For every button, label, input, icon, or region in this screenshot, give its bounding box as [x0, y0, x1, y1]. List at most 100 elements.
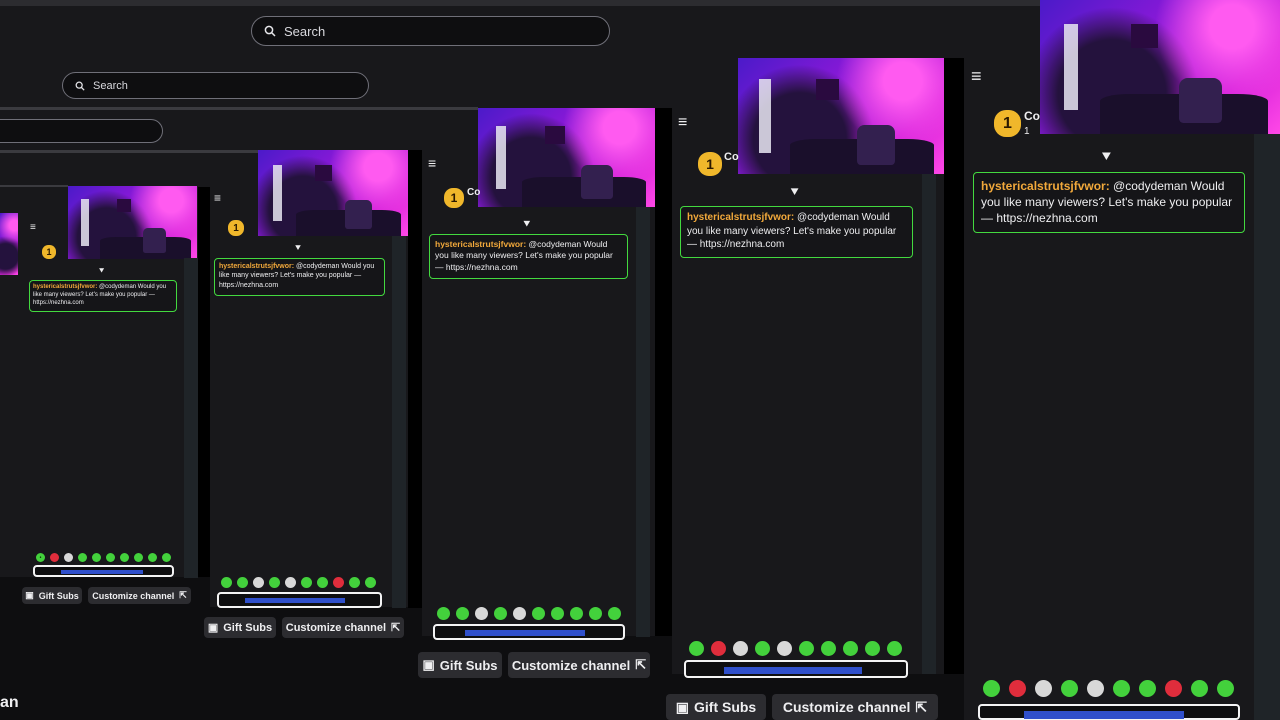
chevron-down-icon[interactable]: ⯆ — [294, 243, 302, 254]
emote[interactable] — [162, 553, 171, 562]
emote[interactable] — [1217, 680, 1234, 697]
collapse-chat-icon[interactable]: ≡ — [214, 191, 221, 205]
chat-divider — [655, 108, 672, 636]
collapse-chat-icon[interactable]: ≡ — [971, 66, 982, 87]
emote[interactable] — [1165, 680, 1182, 697]
emote[interactable] — [608, 607, 621, 620]
emote[interactable] — [1061, 680, 1078, 697]
emote[interactable] — [285, 577, 296, 588]
chevron-down-icon[interactable]: ⯆ — [789, 184, 800, 201]
gift-icon: ▣ — [422, 657, 435, 672]
chat-scrollbar[interactable] — [1254, 134, 1280, 720]
stream-preview-layer-2 — [258, 150, 408, 236]
emote[interactable] — [777, 641, 792, 656]
emote[interactable] — [821, 641, 836, 656]
customize-channel-button[interactable]: Customize channel ⇱ — [88, 587, 191, 604]
emote[interactable] — [887, 641, 902, 656]
collapse-chat-icon[interactable]: ≡ — [30, 222, 36, 233]
emote[interactable] — [106, 553, 115, 562]
emote[interactable] — [711, 641, 726, 656]
gift-subs-button[interactable]: ▣ Gift Subs — [666, 694, 766, 720]
emote[interactable] — [551, 607, 564, 620]
emote[interactable] — [148, 553, 157, 562]
chat-scrollbar[interactable] — [922, 174, 936, 674]
emote[interactable] — [333, 577, 344, 588]
emote[interactable] — [532, 607, 545, 620]
emote[interactable] — [843, 641, 858, 656]
emote[interactable] — [120, 553, 129, 562]
emote[interactable] — [64, 553, 73, 562]
emote[interactable] — [983, 680, 1000, 697]
emote[interactable] — [733, 641, 748, 656]
stream-preview-layer-1 — [0, 213, 18, 275]
emote[interactable] — [50, 553, 59, 562]
chat-input[interactable] — [33, 565, 174, 577]
gift-subs-button[interactable]: ▣ Gift Subs — [22, 587, 82, 604]
chevron-down-icon[interactable]: ⯆ — [1100, 149, 1113, 167]
chat-message: hystericalstrutsjfvwor: @codydeman Would… — [973, 172, 1245, 233]
customize-channel-button[interactable]: Customize channel ⇱ — [282, 617, 404, 638]
emote[interactable] — [349, 577, 360, 588]
chevron-down-icon[interactable]: ⯆ — [522, 217, 532, 232]
search-icon — [264, 25, 276, 37]
chat-divider — [198, 187, 210, 577]
collapse-chat-icon[interactable]: ≡ — [678, 114, 687, 132]
customize-channel-button[interactable]: Customize channel ⇱ — [508, 652, 650, 678]
emote[interactable] — [589, 607, 602, 620]
emote[interactable] — [92, 553, 101, 562]
emote[interactable] — [456, 607, 469, 620]
search-input-layer-3[interactable] — [0, 119, 163, 143]
emote[interactable] — [1191, 680, 1208, 697]
chat-scrollbar[interactable] — [636, 207, 650, 637]
channel-name-fragment: Co — [724, 151, 739, 163]
emote[interactable] — [799, 641, 814, 656]
chat-message: hystericalstrutsjfvwor: @codydeman Would… — [29, 280, 177, 312]
emote[interactable] — [475, 607, 488, 620]
chat-panel-layer-2 — [210, 187, 422, 607]
emote[interactable] — [755, 641, 770, 656]
emote[interactable] — [1009, 680, 1026, 697]
emote[interactable] — [317, 577, 328, 588]
customize-channel-button[interactable]: Customize channel ⇱ — [772, 694, 938, 720]
emote[interactable] — [437, 607, 450, 620]
emote[interactable] — [134, 553, 143, 562]
channel-badge: 1 — [444, 188, 464, 208]
chat-scrollbar[interactable] — [392, 236, 406, 608]
gift-icon: ▣ — [207, 622, 219, 634]
gift-subs-button[interactable]: ▣ Gift Subs — [204, 617, 276, 638]
gift-subs-button[interactable]: ▣ Gift Subs — [418, 652, 502, 678]
stream-preview-layer-4 — [738, 58, 944, 174]
emote[interactable] — [221, 577, 232, 588]
emote[interactable] — [301, 577, 312, 588]
emote[interactable] — [1139, 680, 1156, 697]
emote[interactable] — [1087, 680, 1104, 697]
emote[interactable] — [865, 641, 880, 656]
chat-input[interactable] — [684, 660, 908, 678]
search-input-layer-2[interactable]: Search — [62, 72, 369, 99]
emote[interactable] — [513, 607, 526, 620]
search-input[interactable]: Search — [251, 16, 610, 46]
chat-input[interactable] — [978, 704, 1240, 720]
chevron-down-icon[interactable]: ⯆ — [98, 266, 105, 277]
emote[interactable] — [689, 641, 704, 656]
chat-input[interactable] — [433, 624, 625, 640]
stream-preview-layer-5 — [1040, 0, 1280, 134]
channel-name-fragment-bottom: an — [0, 694, 19, 711]
emote[interactable]: • — [36, 553, 45, 562]
chat-message: hystericalstrutsjfvwor: @codydeman Would… — [680, 206, 913, 258]
channel-badge: 1 — [228, 220, 244, 236]
channel-badge: 1 — [994, 110, 1021, 137]
emote[interactable] — [1035, 680, 1052, 697]
emote[interactable] — [78, 553, 87, 562]
emote[interactable] — [365, 577, 376, 588]
chat-divider — [408, 150, 422, 608]
emote[interactable] — [570, 607, 583, 620]
emote[interactable] — [494, 607, 507, 620]
emote[interactable] — [253, 577, 264, 588]
collapse-chat-icon[interactable]: ≡ — [428, 155, 436, 171]
chat-input[interactable] — [217, 592, 382, 608]
emote[interactable] — [269, 577, 280, 588]
chat-scrollbar[interactable] — [184, 258, 198, 578]
emote[interactable] — [237, 577, 248, 588]
emote[interactable] — [1113, 680, 1130, 697]
